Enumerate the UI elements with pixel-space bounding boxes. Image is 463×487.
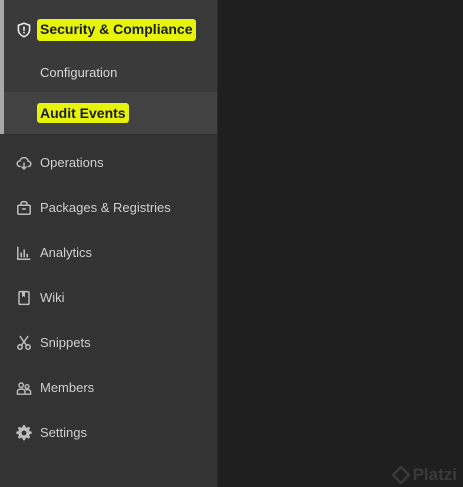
- sidebar-item-snippets[interactable]: Snippets: [0, 320, 217, 365]
- sidebar-item-settings[interactable]: Settings: [0, 410, 217, 455]
- sidebar-item-members[interactable]: Members: [0, 365, 217, 410]
- sidebar-subitem-configuration[interactable]: Configuration: [0, 52, 217, 92]
- highlight-marker: Security & Compliance: [37, 19, 196, 41]
- sidebar-nav-list: Operations Packages & Registries Analyti…: [0, 140, 217, 455]
- sidebar-item-operations[interactable]: Operations: [0, 140, 217, 185]
- highlight-marker: Audit Events: [37, 103, 129, 123]
- sidebar-item-label: Settings: [40, 425, 87, 440]
- sidebar-item-security-compliance[interactable]: Security & Compliance: [0, 8, 217, 52]
- watermark-text: Platzi: [412, 465, 457, 484]
- sidebar-item-label: Security & Compliance: [40, 21, 193, 37]
- sidebar: Security & Compliance Configuration Audi…: [0, 0, 218, 487]
- sidebar-section-security: Security & Compliance Configuration Audi…: [0, 0, 217, 134]
- sidebar-item-label: Wiki: [40, 290, 65, 305]
- app-window: Security & Compliance Configuration Audi…: [0, 0, 463, 487]
- sidebar-item-label: Snippets: [40, 335, 91, 350]
- sidebar-subitem-label: Configuration: [40, 64, 118, 80]
- gear-icon: [16, 424, 32, 441]
- sidebar-item-label: Analytics: [40, 245, 93, 260]
- chart-icon: [16, 245, 32, 261]
- cloud-icon: [16, 155, 32, 171]
- sidebar-item-wiki[interactable]: Wiki: [0, 275, 217, 320]
- sidebar-subitem-label: Audit Events: [40, 105, 126, 121]
- sidebar-item-packages-registries[interactable]: Packages & Registries: [0, 185, 217, 230]
- scissors-icon: [16, 335, 32, 351]
- watermark: Platzi: [391, 465, 457, 485]
- platzi-logo-icon: [391, 466, 410, 484]
- sidebar-item-label: Members: [40, 380, 95, 395]
- sidebar-item-analytics[interactable]: Analytics: [0, 230, 217, 275]
- shield-icon: [16, 22, 32, 38]
- users-icon: [16, 380, 32, 396]
- package-icon: [16, 200, 32, 216]
- main-content: Platzi: [218, 0, 463, 487]
- book-icon: [16, 290, 32, 306]
- sidebar-item-label: Packages & Registries: [40, 200, 171, 215]
- sidebar-item-label: Operations: [40, 155, 104, 170]
- sidebar-subitem-audit-events[interactable]: Audit Events: [0, 92, 217, 134]
